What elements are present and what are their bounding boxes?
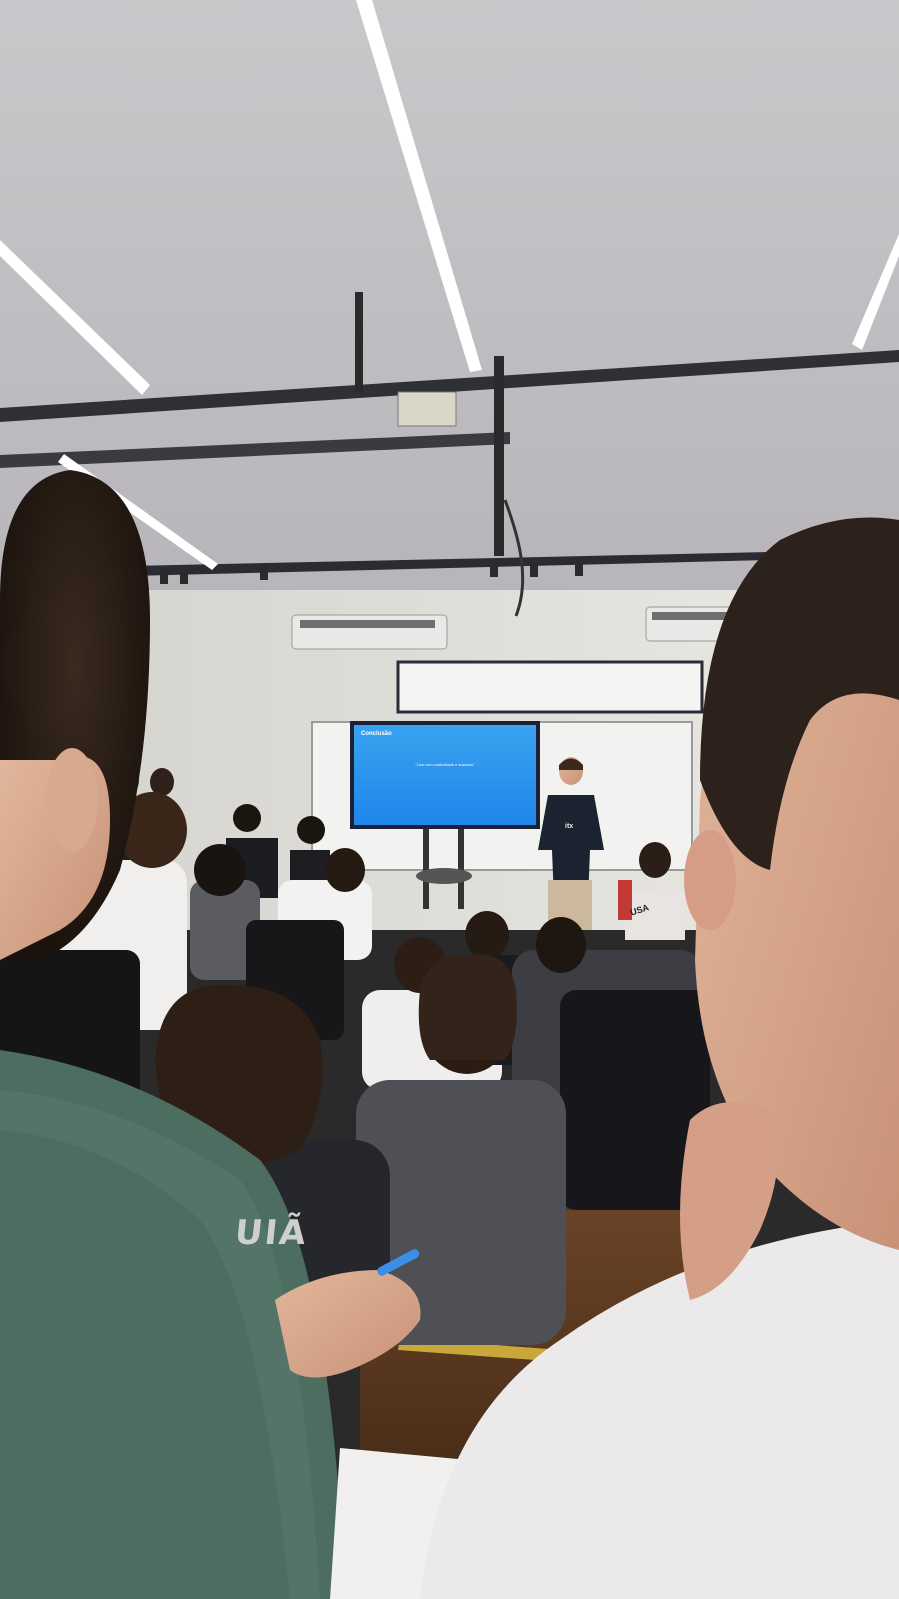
tv-stand [423,829,429,909]
presentation-slide: Conclusão "Uso com criatividade e sucess… [354,725,536,825]
projector-pole [494,356,504,556]
projector-box [397,391,457,427]
projector-screen-housing [396,660,704,714]
hoodie-print-text: UIÃ [232,1213,310,1253]
slide-quote: "Uso com criatividade e sucesso" [415,762,475,767]
presenter-shirt-logo: itx [565,823,574,830]
classroom-photo: Conclusão "Uso com criatividade e sucess… [0,0,899,1599]
ear [684,830,736,930]
slide-title: Conclusão [361,731,392,737]
